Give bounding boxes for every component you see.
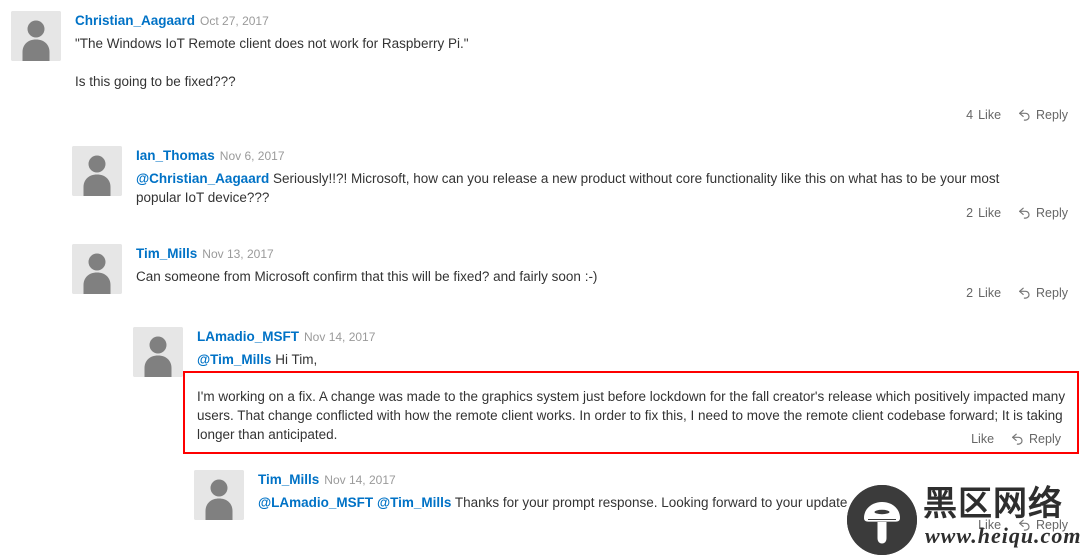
comment-ian-thomas: Ian_Thomas Nov 6, 2017 @Christian_Aagaard… [72,146,1073,220]
reply-arrow-icon [1018,519,1031,531]
user-avatar-icon[interactable] [133,327,183,377]
user-avatar-icon[interactable] [72,146,122,196]
like-button[interactable]: 2 Like [966,286,1001,300]
comment-paragraph: Is this going to be fixed??? [75,74,236,89]
reply-arrow-icon [1011,433,1024,445]
reply-button[interactable]: Reply [1011,432,1061,446]
comment-meta: Tim_Mills Nov 13, 2017 [136,245,1073,263]
like-count: 4 [966,108,974,122]
comment-date: Nov 6, 2017 [219,149,285,163]
comment-body: @Christian_Aagaard Seriously!!?! Microso… [136,169,1028,207]
comment-actions: 2 Like Reply [966,206,1068,220]
reply-label: Reply [1036,518,1068,532]
comment-date: Nov 13, 2017 [202,247,274,261]
author-link[interactable]: Ian_Thomas [136,148,215,163]
like-label: Like [978,286,1002,300]
reply-button[interactable]: Reply [1018,286,1068,300]
comment-tim-mills-2: Tim_Mills Nov 14, 2017 @LAmadio_MSFT @Tim… [194,470,1073,532]
comment-text: Thanks for your prompt response. Looking… [454,495,899,510]
reply-button[interactable]: Reply [1018,206,1068,220]
reply-button[interactable]: Reply [1018,518,1068,532]
comment-tim-mills-1: Tim_Mills Nov 13, 2017 Can someone from M… [72,244,1073,300]
like-button[interactable]: 4 Like [966,108,1001,122]
comment-meta: Tim_Mills Nov 14, 2017 [258,471,1073,489]
comment-text: Hi Tim, [275,352,318,367]
comment-meta: LAmadio_MSFT Nov 14, 2017 [197,328,1073,346]
author-link[interactable]: LAmadio_MSFT [197,329,299,344]
user-avatar-icon[interactable] [194,470,244,520]
comment-paragraph-highlighted: I'm working on a fix. A change was made … [197,389,1066,442]
comment-date: Nov 14, 2017 [324,473,396,487]
comment-paragraph: @Christian_Aagaard Seriously!!?! Microso… [136,169,1028,207]
comment-body: @LAmadio_MSFT @Tim_Mills Thanks for your… [258,493,1073,512]
reply-label: Reply [1036,286,1068,300]
comment-christian-aagaard: Christian_Aagaard Oct 27, 2017 "The Windo… [11,11,1073,122]
comment-paragraph: Can someone from Microsoft confirm that … [136,269,598,284]
comment-paragraph: "The Windows IoT Remote client does not … [75,36,469,51]
comment-lamadio-msft: LAmadio_MSFT Nov 14, 2017 @Tim_Mills Hi T… [133,327,1073,446]
like-label: Like [971,432,995,446]
author-link[interactable]: Tim_Mills [136,246,197,261]
comment-date: Nov 14, 2017 [304,330,376,344]
like-label: Like [978,206,1002,220]
author-link[interactable]: Christian_Aagaard [75,13,195,28]
like-button[interactable]: Like [966,432,994,446]
comment-actions: 2 Like Reply [966,286,1068,300]
reply-label: Reply [1029,432,1061,446]
comment-meta: Christian_Aagaard Oct 27, 2017 [75,12,1073,30]
reply-label: Reply [1036,206,1068,220]
comment-paragraph: @Tim_Mills Hi Tim, [197,350,1073,369]
comment-actions: Like Reply [966,432,1061,446]
like-button[interactable]: Like [973,518,1001,532]
like-label: Like [978,108,1002,122]
comment-actions: 4 Like Reply [966,108,1068,122]
comment-body: @Tim_Mills Hi Tim, I'm working on a fix.… [197,350,1073,444]
like-count: 2 [966,286,974,300]
reply-arrow-icon [1018,287,1031,299]
reply-button[interactable]: Reply [1018,108,1068,122]
author-link[interactable]: Tim_Mills [258,472,319,487]
comment-body: "The Windows IoT Remote client does not … [75,34,970,91]
mention-link[interactable]: @LAmadio_MSFT [258,495,373,510]
mention-link[interactable]: @Christian_Aagaard [136,171,269,186]
like-label: Like [978,518,1002,532]
comment-date: Oct 27, 2017 [200,14,269,28]
comment-meta: Ian_Thomas Nov 6, 2017 [136,147,1073,165]
reply-label: Reply [1036,108,1068,122]
like-button[interactable]: 2 Like [966,206,1001,220]
comment-paragraph: @LAmadio_MSFT @Tim_Mills Thanks for your… [258,493,1073,512]
mention-link[interactable]: @Tim_Mills [377,495,451,510]
like-count: 2 [966,206,974,220]
comment-actions: Like Reply [973,518,1068,532]
reply-arrow-icon [1018,109,1031,121]
comment-body: Can someone from Microsoft confirm that … [136,267,1031,286]
user-avatar-icon[interactable] [11,11,61,61]
user-avatar-icon[interactable] [72,244,122,294]
reply-arrow-icon [1018,207,1031,219]
mention-link[interactable]: @Tim_Mills [197,352,271,367]
